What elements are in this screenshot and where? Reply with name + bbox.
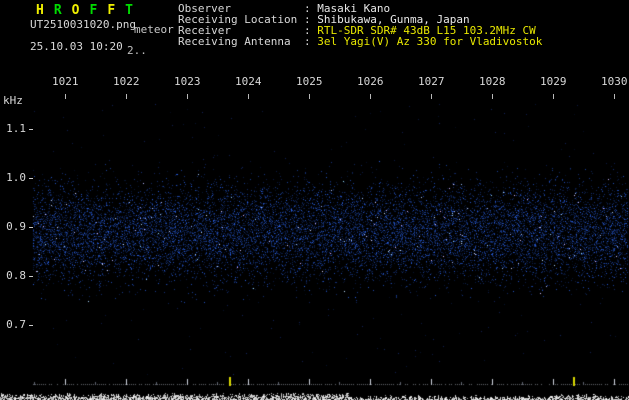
station-info: Observer: Masaki Kano Receiving Location:… [178,3,626,51]
time-axis: 1021 1022 1023 1024 1025 1026 1027 1028 1029 1030 [0,76,629,100]
hrofft-screen: HROFFT UT2510031020.png meteor 25.10.03 … [0,0,629,400]
time-label: 1026 [357,75,384,88]
frequency-tick [29,227,33,228]
time-tick [492,94,493,99]
frequency-label: 1.1 [6,122,26,135]
time-label: 1025 [296,75,323,88]
info-label: Receiving Antenna [178,35,291,48]
time-label: 1030 [601,75,628,88]
app-title-letter: H [36,3,44,18]
station-name: meteor [134,23,174,36]
app-title-letter: T [125,3,133,18]
time-label: 1024 [235,75,262,88]
time-label: 1022 [113,75,140,88]
frequency-label: 0.7 [6,318,26,331]
frequency-label: 0.9 [6,220,26,233]
info-value: 3el Yagi(V) Az 330 for Vladivostok [317,35,543,48]
frequency-label: 0.8 [6,269,26,282]
time-tick [370,94,371,99]
info-colon: : [304,35,318,48]
frequency-tick [29,129,33,130]
time-tick [248,94,249,99]
capture-counter: 2.. [127,44,147,57]
frequency-axis-unit: kHz [3,94,23,107]
frequency-label: 1.0 [6,171,26,184]
time-tick [553,94,554,99]
spectrogram-canvas [0,0,629,400]
time-label: 1023 [174,75,201,88]
app-title-letter: F [89,3,98,18]
time-tick [187,94,188,99]
time-label: 1027 [418,75,445,88]
app-title-letter: O [71,3,80,18]
time-tick [614,94,615,99]
app-title-letter: F [107,3,116,18]
time-label: 1021 [52,75,79,88]
frequency-tick [29,178,33,179]
app-title-letter: R [53,3,62,18]
frequency-tick [29,276,33,277]
time-label: 1028 [479,75,506,88]
time-tick [126,94,127,99]
frequency-tick [29,325,33,326]
time-tick [65,94,66,99]
capture-datetime: 25.10.03 10:20 [30,40,123,53]
frequency-axis: kHz 1.1 1.0 0.9 0.8 0.7 [0,0,34,400]
time-tick [309,94,310,99]
time-tick [431,94,432,99]
time-label: 1029 [540,75,567,88]
capture-filename: UT2510031020.png [30,18,136,31]
info-row-receiving-antenna: Receiving Antenna: 3el Yagi(V) Az 330 fo… [178,36,542,47]
app-title: HROFFT [36,3,143,18]
